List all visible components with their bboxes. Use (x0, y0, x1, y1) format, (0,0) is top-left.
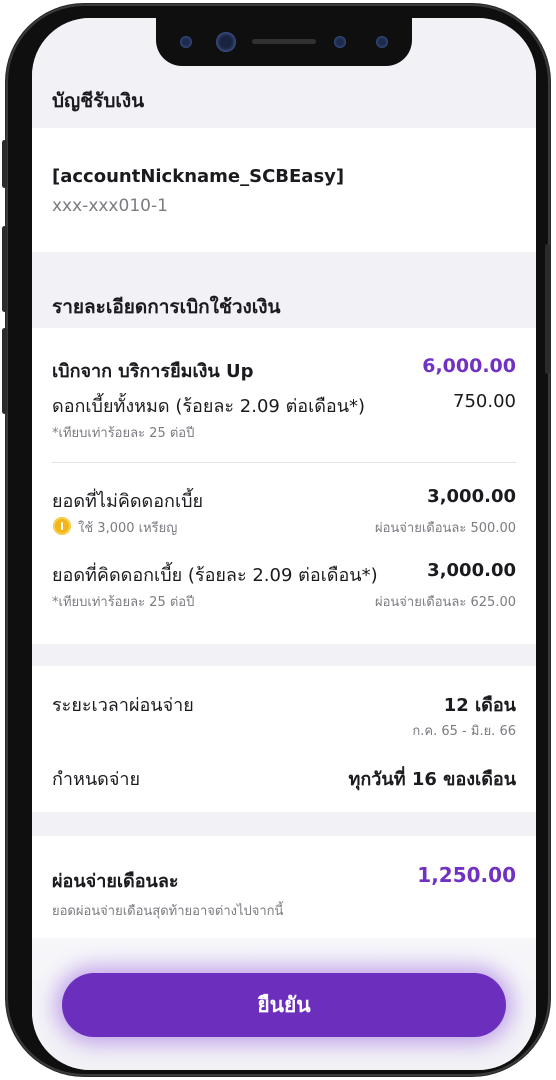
monthly-note: ยอดผ่อนจ่ายเดือนสุดท้ายอาจต่างไปจากนี้ (52, 904, 284, 919)
period-value: 12 เดือน (443, 695, 516, 716)
sensor-icon (180, 36, 192, 48)
receiving-account-card[interactable]: [accountNickname_SCBEasy] xxx-xxx010-1 (32, 128, 536, 252)
no-interest-label: ยอดที่ไม่คิดดอกเบี้ย (52, 491, 204, 512)
speaker-grille (252, 39, 316, 44)
withdraw-details-card: เบิกจาก บริการยืมเงิน Up 6,000.00 ดอกเบี… (32, 328, 536, 644)
withdraw-amount: 6,000.00 (422, 355, 516, 377)
interest-label: ยอดที่คิดดอกเบี้ย (ร้อยละ 2.09 ต่อเดือน*… (52, 565, 378, 586)
coins-used: ใช้ 3,000 เหรียญ (78, 521, 178, 536)
sensor-icon (334, 36, 346, 48)
interest-note: *เทียบเท่าร้อยละ 25 ต่อปี (52, 595, 195, 610)
interest-amount: 3,000.00 (427, 560, 516, 581)
camera-icon (216, 32, 236, 52)
due-value: ทุกวันที่ 16 ของเดือน (348, 769, 516, 790)
period-label: ระยะเวลาผ่อนจ่าย (52, 695, 194, 716)
monthly-label: ผ่อนจ่ายเดือนละ (52, 871, 179, 892)
monthly-amount: 1,250.00 (417, 863, 516, 887)
volume-up-button (2, 226, 7, 312)
account-nickname: [accountNickname_SCBEasy] (52, 166, 345, 187)
interest-monthly: ผ่อนจ่ายเดือนละ 625.00 (375, 595, 516, 610)
phone-frame: บัญชีรับเงิน [accountNickname_SCBEasy] x… (2, 4, 550, 1076)
notch (156, 18, 412, 66)
app-screen: บัญชีรับเงิน [accountNickname_SCBEasy] x… (32, 18, 536, 1070)
withdraw-from-label: เบิกจาก บริการยืมเงิน Up (52, 361, 254, 382)
no-interest-amount: 3,000.00 (427, 486, 516, 507)
monthly-payment-card: ผ่อนจ่ายเดือนละ 1,250.00 ยอดผ่อนจ่ายเดือ… (32, 836, 536, 940)
total-interest-note: *เทียบเท่าร้อยละ 25 ต่อปี (52, 426, 195, 441)
content: บัญชีรับเงิน [accountNickname_SCBEasy] x… (32, 18, 536, 1070)
coin-icon (53, 517, 71, 535)
divider (52, 462, 516, 463)
withdraw-details-header: รายละเอียดการเบิกใช้วงเงิน (32, 252, 536, 328)
sensor-icon (376, 36, 388, 48)
account-number: xxx-xxx010-1 (52, 196, 168, 216)
receiving-account-title: บัญชีรับเงิน (52, 90, 145, 112)
total-interest-amount: 750.00 (453, 391, 516, 412)
schedule-card: ระยะเวลาผ่อนจ่าย 12 เดือน ก.ค. 65 - มิ.ย… (32, 666, 536, 812)
mute-switch (2, 140, 7, 188)
due-label: กำหนดจ่าย (52, 769, 141, 790)
confirm-button[interactable]: ยืนยัน (62, 973, 506, 1037)
no-interest-monthly: ผ่อนจ่ายเดือนละ 500.00 (375, 521, 516, 536)
volume-down-button (2, 328, 7, 414)
total-interest-label: ดอกเบี้ยทั้งหมด (ร้อยละ 2.09 ต่อเดือน*) (52, 396, 366, 417)
withdraw-details-title: รายละเอียดการเบิกใช้วงเงิน (52, 296, 281, 318)
period-range: ก.ค. 65 - มิ.ย. 66 (412, 724, 516, 739)
power-button (545, 244, 550, 374)
